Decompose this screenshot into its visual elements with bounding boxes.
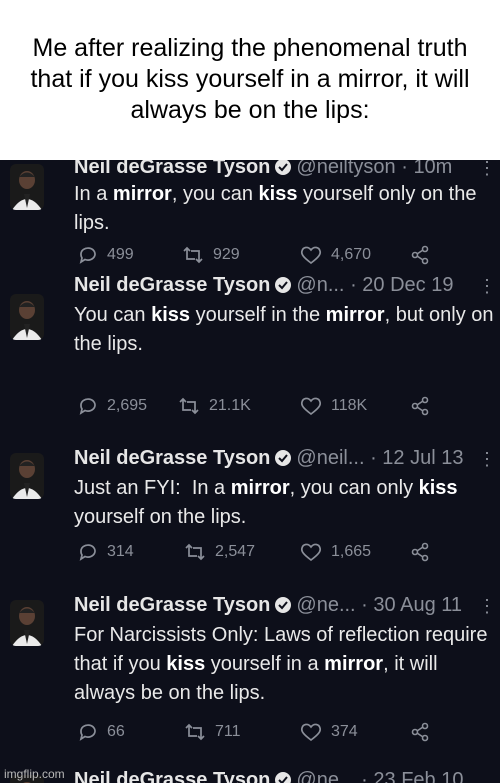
like-button[interactable]: 374	[300, 722, 358, 742]
tweet-text: For Narcissists Only: Laws of reflection…	[74, 624, 488, 704]
retweet-button[interactable]: 711	[184, 722, 241, 742]
like-icon	[300, 397, 322, 416]
retweet-button[interactable]: 929	[182, 245, 240, 265]
avatar[interactable]	[10, 164, 44, 210]
tweet-date[interactable]: 30 Aug 11	[373, 594, 462, 616]
reply-count: 314	[107, 543, 134, 560]
watermark: imgflip.com	[4, 767, 65, 781]
like-count: 118K	[331, 397, 368, 414]
tweet-date[interactable]: 23 Feb 10	[373, 769, 463, 783]
like-button[interactable]: 1,665	[300, 542, 371, 562]
reply-icon	[79, 544, 96, 561]
author-handle[interactable]: @n...	[296, 274, 344, 296]
reply-button[interactable]: 2,695	[78, 396, 147, 416]
like-count: 374	[331, 723, 358, 740]
author-name[interactable]: Neil deGrasse Tyson	[74, 160, 270, 178]
tweet-feed: Neil deGrasse Tyson @neiltyson · 10m ⋮ In…	[0, 160, 500, 783]
reply-count: 499	[107, 246, 134, 263]
more-options-icon[interactable]: ⋮	[478, 596, 496, 617]
share-icon	[411, 722, 429, 742]
separator-dot: ·	[370, 447, 377, 469]
tweet-text: Just an FYI: In a mirror, you can only k…	[74, 477, 458, 528]
tweet-text: You can kiss yourself in the mirror, but…	[74, 304, 494, 355]
tweet-header: Neil deGrasse Tyson @neiltyson · 10m ⋮	[74, 160, 500, 182]
retweet-count: 21.1K	[209, 397, 251, 414]
verified-badge-icon	[274, 160, 292, 182]
retweet-count: 711	[215, 723, 241, 740]
retweet-icon	[185, 723, 205, 741]
tweet-actions: 2,695 21.1K 118K	[74, 396, 474, 420]
verified-badge-icon	[274, 771, 292, 783]
retweet-button[interactable]: 2,547	[184, 542, 255, 562]
tweet-actions: 66 711 374	[74, 722, 474, 746]
tweet-actions: 499 929 4,670	[74, 245, 474, 269]
author-name[interactable]: Neil deGrasse Tyson	[74, 769, 270, 783]
tweet-header: Neil deGrasse Tyson @ne... · 23 Feb 10	[74, 769, 500, 783]
like-button[interactable]: 118K	[300, 396, 367, 416]
tweet-header: Neil deGrasse Tyson @neil... · 12 Jul 13 …	[74, 447, 500, 473]
reply-button[interactable]: 66	[78, 722, 125, 742]
reply-button[interactable]: 499	[78, 245, 134, 265]
author-handle[interactable]: @neiltyson	[296, 160, 395, 178]
share-button[interactable]	[410, 542, 430, 562]
reply-icon	[79, 398, 96, 415]
like-count: 4,670	[331, 246, 372, 263]
author-handle[interactable]: @ne...	[296, 769, 355, 783]
avatar[interactable]	[10, 294, 44, 340]
retweet-count: 929	[213, 246, 240, 263]
more-options-icon[interactable]: ⋮	[478, 276, 496, 297]
author-handle[interactable]: @neil...	[296, 447, 364, 469]
share-button[interactable]	[410, 396, 430, 416]
retweet-icon	[183, 246, 203, 264]
more-options-icon[interactable]: ⋮	[478, 449, 496, 470]
meme-caption: Me after realizing the phenomenal truth …	[0, 0, 500, 160]
separator-dot: ·	[350, 274, 357, 296]
verified-badge-icon	[274, 276, 292, 300]
reply-icon	[79, 724, 96, 741]
reply-count: 66	[107, 723, 125, 740]
tweet-header: Neil deGrasse Tyson @n... · 20 Dec 19 ⋮	[74, 274, 500, 300]
tweet-header: Neil deGrasse Tyson @ne... · 30 Aug 11 ⋮	[74, 594, 500, 620]
avatar[interactable]	[10, 453, 44, 499]
avatar[interactable]	[10, 600, 44, 646]
share-button[interactable]	[410, 722, 430, 742]
share-icon	[411, 396, 429, 416]
tweet-date[interactable]: 12 Jul 13	[382, 447, 463, 469]
tweet-text: In a mirror, you can kiss yourself only …	[74, 183, 477, 234]
verified-badge-icon	[274, 449, 292, 473]
share-icon	[411, 245, 429, 265]
tweet-date[interactable]: 20 Dec 19	[362, 274, 453, 296]
reply-button[interactable]: 314	[78, 542, 134, 562]
like-button[interactable]: 4,670	[300, 245, 371, 265]
author-handle[interactable]: @ne...	[296, 594, 355, 616]
tweet-actions: 314 2,547 1,665	[74, 542, 474, 566]
separator-dot: ·	[401, 160, 408, 178]
like-count: 1,665	[331, 543, 372, 560]
reply-icon	[79, 247, 96, 264]
tweet-date[interactable]: 10m	[413, 160, 452, 178]
retweet-icon	[185, 543, 205, 561]
author-name[interactable]: Neil deGrasse Tyson	[74, 274, 270, 296]
like-icon	[300, 543, 322, 562]
like-icon	[300, 246, 322, 265]
author-name[interactable]: Neil deGrasse Tyson	[74, 594, 270, 616]
share-icon	[411, 542, 429, 562]
like-icon	[300, 723, 322, 742]
separator-dot: ·	[361, 594, 368, 616]
retweet-icon	[179, 397, 199, 415]
retweet-button[interactable]: 21.1K	[178, 396, 251, 416]
author-name[interactable]: Neil deGrasse Tyson	[74, 447, 270, 469]
reply-count: 2,695	[107, 397, 148, 414]
more-options-icon[interactable]: ⋮	[478, 160, 496, 179]
verified-badge-icon	[274, 596, 292, 620]
retweet-count: 2,547	[215, 543, 256, 560]
share-button[interactable]	[410, 245, 430, 265]
separator-dot: ·	[361, 769, 368, 783]
